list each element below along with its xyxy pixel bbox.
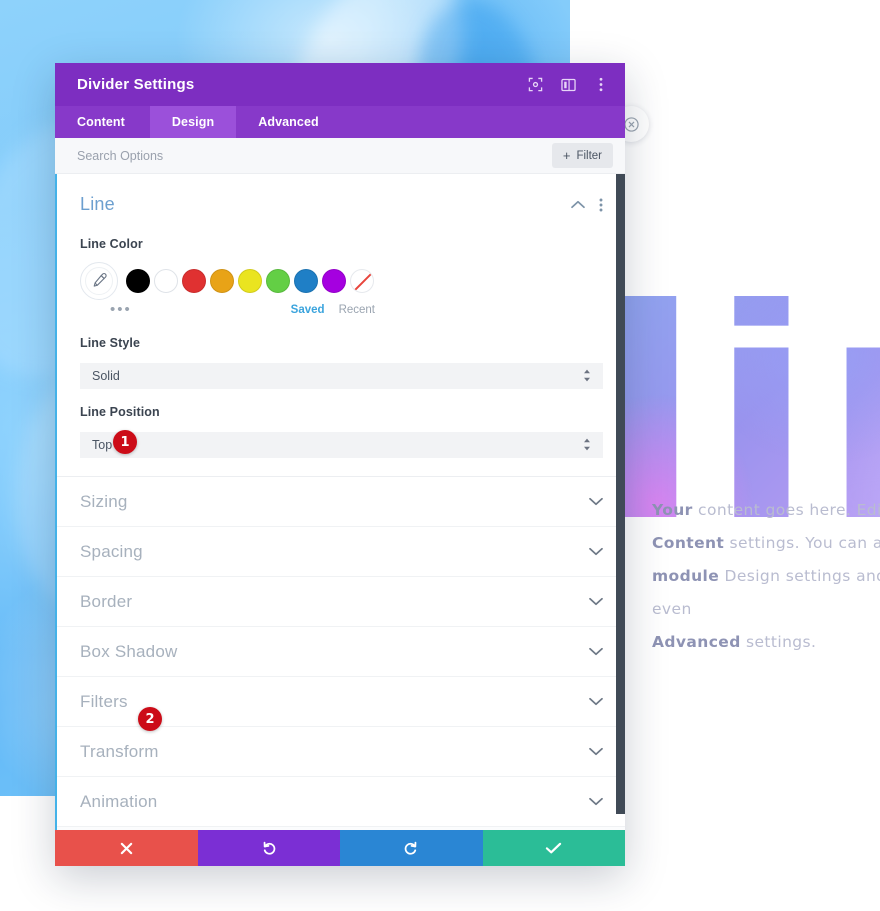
select-updown-icon — [583, 369, 591, 383]
modal-tab-bar: Content Design Advanced — [55, 106, 625, 138]
tab-design[interactable]: Design — [149, 106, 237, 138]
badge-1: 1 — [113, 430, 137, 454]
hero-line-strong: module — [652, 567, 720, 585]
undo-icon — [263, 841, 276, 855]
modal-footer-actions — [55, 830, 625, 866]
line-style-label: Line Style — [80, 336, 141, 350]
chevron-down-icon — [589, 647, 603, 656]
hero-paragraph-line: Content settings. You can also — [652, 527, 880, 560]
hero-paragraph-line: Advanced settings. — [652, 626, 880, 659]
section-label: Transform — [80, 741, 159, 761]
swatch-white[interactable] — [154, 269, 178, 293]
line-style-select[interactable]: 2 Solid — [80, 363, 603, 731]
section-row-sizing[interactable]: Sizing — [55, 477, 625, 527]
section-label: Sizing — [80, 491, 128, 511]
line-position-field: Line Position 3 Top — [80, 405, 603, 458]
chevron-down-icon — [589, 797, 603, 806]
line-color-swatch-row: 1 — [80, 262, 603, 454]
line-style-value: Solid — [92, 369, 120, 383]
swatch-red[interactable] — [182, 269, 206, 293]
section-row-border[interactable]: Border — [55, 577, 625, 627]
hero-line-strong: Advanced — [652, 633, 741, 651]
undo-button[interactable] — [197, 830, 340, 866]
chevron-down-icon — [589, 497, 603, 506]
divider-settings-modal: Divider Settings Content Design Advanced… — [55, 63, 625, 866]
swatch-purple[interactable] — [322, 269, 346, 293]
saved-colors-tab[interactable]: Saved — [291, 304, 325, 316]
collapsed-sections-list: Sizing Spacing Border Box Shadow Filters… — [55, 476, 625, 830]
active-section-edge — [55, 174, 57, 830]
close-circle-icon — [623, 116, 639, 132]
cancel-button[interactable] — [55, 830, 198, 866]
hero-paragraph: Your content goes here. Edit or Content … — [652, 494, 880, 659]
line-style-field: Line Style 2 Solid — [80, 336, 603, 731]
kebab-menu-icon[interactable] — [593, 77, 609, 93]
vertical-scrollbar[interactable] — [616, 174, 625, 830]
search-input[interactable] — [77, 148, 552, 163]
swatch-meta-row: ••• Saved Recent — [80, 300, 603, 320]
line-color-label: Line Color — [80, 237, 143, 251]
section-line-header[interactable]: Line — [80, 194, 603, 215]
section-row-transform[interactable]: Transform — [55, 727, 625, 777]
page-root: lin Your content goes here. Edit or Cont… — [0, 0, 880, 911]
modal-title: Divider Settings — [77, 76, 195, 93]
layout-columns-icon[interactable] — [560, 77, 576, 93]
save-button[interactable] — [482, 830, 625, 866]
section-label: Spacing — [80, 541, 143, 561]
plus-icon: + — [562, 148, 571, 163]
section-label: Box Shadow — [80, 641, 178, 661]
fullscreen-icon[interactable] — [527, 77, 543, 93]
swatch-black[interactable] — [126, 269, 150, 293]
swatch-green[interactable] — [266, 269, 290, 293]
hero-line-rest: settings. You can also — [729, 534, 880, 552]
tab-content[interactable]: Content — [55, 106, 150, 138]
list-bottom-filler — [55, 827, 625, 830]
section-label: Border — [80, 591, 133, 611]
section-label: Animation — [80, 791, 158, 811]
line-position-value: Top — [92, 438, 113, 452]
section-kebab-icon[interactable] — [599, 198, 603, 212]
chevron-down-icon — [589, 597, 603, 606]
section-row-spacing[interactable]: Spacing — [55, 527, 625, 577]
search-bar: + Filter — [55, 138, 625, 174]
swatch-orange[interactable] — [210, 269, 234, 293]
chevron-down-icon — [589, 747, 603, 756]
hero-line-rest: settings. — [740, 633, 817, 651]
chevron-up-icon[interactable] — [571, 200, 585, 209]
titlebar-actions — [527, 77, 609, 93]
chevron-down-icon — [589, 697, 603, 706]
line-position-label: Line Position — [80, 405, 160, 419]
close-icon — [120, 842, 132, 854]
modal-titlebar: Divider Settings — [55, 63, 625, 106]
scrollbar-thumb[interactable] — [616, 174, 625, 814]
section-line-title: Line — [80, 194, 115, 214]
select-updown-icon — [583, 438, 591, 452]
hero-paragraph-line: Your content goes here. Edit or — [652, 494, 880, 527]
recent-colors-tab[interactable]: Recent — [339, 304, 375, 316]
hero-line-strong: Content — [652, 534, 725, 552]
hero-paragraph-line: module Design settings and even — [652, 560, 880, 626]
line-position-select[interactable]: 3 Top — [80, 432, 603, 458]
filter-button-label: Filter — [576, 149, 602, 162]
color-picker-button[interactable] — [80, 262, 118, 300]
hero-line-rest: content goes here. Edit or — [698, 501, 880, 519]
badge-2: 2 — [138, 707, 162, 731]
swatch-yellow[interactable] — [238, 269, 262, 293]
redo-icon — [404, 841, 417, 855]
modal-scroll-body: Line Line Color 1 ••• Saved Recent Line … — [55, 174, 625, 830]
swatch-blue[interactable] — [294, 269, 318, 293]
chevron-down-icon — [589, 547, 603, 556]
more-colors-dots[interactable]: ••• — [110, 302, 132, 317]
tab-advanced[interactable]: Advanced — [236, 106, 341, 138]
section-row-box-shadow[interactable]: Box Shadow — [55, 627, 625, 677]
section-line: Line Line Color 1 ••• Saved Recent Line … — [55, 174, 625, 731]
swatch-transparent[interactable] — [350, 269, 374, 293]
eyedropper-icon — [93, 273, 107, 287]
section-row-animation[interactable]: Animation — [55, 777, 625, 827]
filter-button[interactable]: + Filter — [551, 143, 613, 168]
hero-line-strong: Your — [652, 501, 693, 519]
redo-button[interactable] — [340, 830, 483, 866]
check-icon — [546, 842, 562, 854]
